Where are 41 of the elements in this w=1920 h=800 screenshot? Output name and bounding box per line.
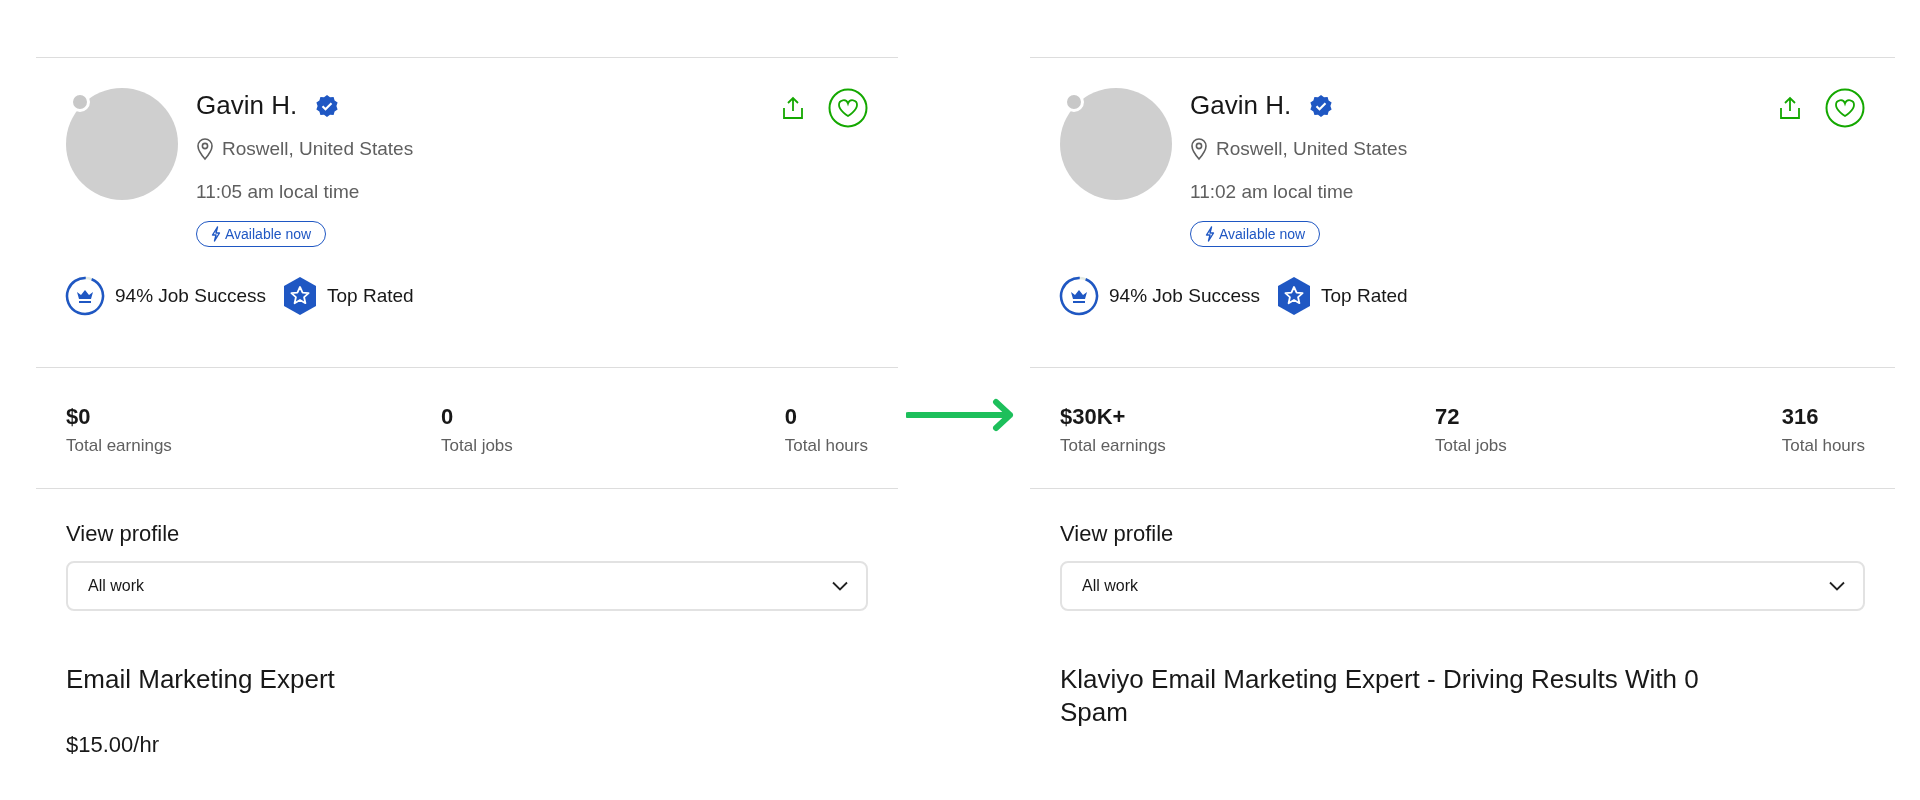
work-dropdown[interactable]: All work <box>66 561 868 611</box>
verified-check-icon <box>1309 93 1334 118</box>
stat-label: Total hours <box>784 436 868 456</box>
stat-value: 72 <box>1435 404 1461 430</box>
stat-label: Total earnings <box>66 436 173 456</box>
location-pin-icon <box>1190 137 1208 161</box>
profile-title: Klaviyo Email Marketing Expert - Driving Results With 0 Spam <box>1060 663 1700 728</box>
local-time: 11:02 am local time <box>1190 181 1355 203</box>
badge-label: Top Rated <box>327 285 414 307</box>
freelancer-name: Gavin H. <box>196 90 298 121</box>
section-heading: View profile <box>1060 521 1175 547</box>
hexagon-star-icon <box>282 276 319 316</box>
location-text: Roswell, United States <box>1216 138 1408 160</box>
badge-label: 94% Job Success <box>1109 285 1261 307</box>
hourly-rate: $15.00/hr <box>66 731 160 758</box>
stat-value: $0 <box>66 404 92 430</box>
badge-label: Top Rated <box>1321 285 1408 307</box>
job-success-ring-icon <box>1058 275 1100 317</box>
location-text: Roswell, United States <box>222 138 414 160</box>
freelancer-name: Gavin H. <box>1190 90 1292 121</box>
badge-label: 94% Job Success <box>115 285 267 307</box>
stat-label: Total hours <box>1781 436 1865 456</box>
location-pin-icon <box>196 137 214 161</box>
lightning-icon <box>211 226 221 242</box>
stat-label: Total jobs <box>441 436 514 456</box>
hexagon-star-icon <box>1276 276 1313 316</box>
stat-value: 316 <box>1781 404 1820 430</box>
stat-label: Total jobs <box>1435 436 1508 456</box>
section-heading: View profile <box>66 521 181 547</box>
stat-label: Total earnings <box>1060 436 1167 456</box>
stat-value: 0 <box>441 404 455 430</box>
lightning-icon <box>1205 226 1215 242</box>
profile-title: Email Marketing Expert <box>66 663 336 696</box>
job-success-ring-icon <box>64 275 106 317</box>
stat-value: 0 <box>784 404 799 430</box>
chevron-down-icon <box>832 581 848 591</box>
stat-value: $30K+ <box>1060 404 1127 430</box>
local-time: 11:05 am local time <box>196 181 361 203</box>
verified-check-icon <box>315 93 340 118</box>
chevron-down-icon <box>1829 581 1845 591</box>
work-dropdown[interactable]: All work <box>1060 561 1865 611</box>
